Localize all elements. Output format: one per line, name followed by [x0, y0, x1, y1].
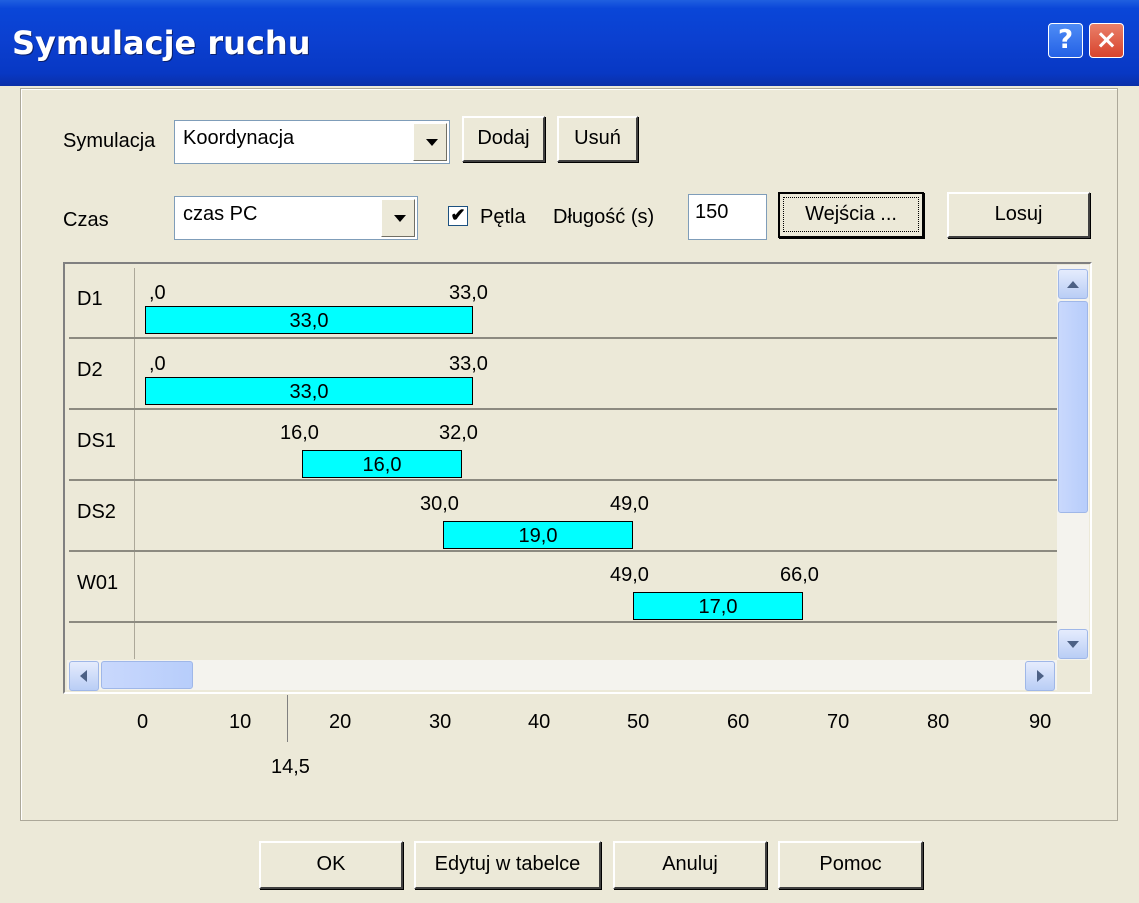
chevron-down-icon[interactable]: [381, 199, 415, 237]
time-combo[interactable]: czas PC: [174, 196, 418, 240]
chevron-down-icon[interactable]: [413, 123, 447, 161]
length-input[interactable]: 150: [688, 194, 767, 240]
axis-tick: 20: [329, 711, 352, 733]
row-start: 49,0: [610, 564, 649, 586]
axis-tick: 50: [627, 711, 650, 733]
ok-button[interactable]: OK: [259, 841, 403, 889]
vertical-scroll-thumb[interactable]: [1058, 301, 1088, 513]
axis-tick: 10: [229, 711, 252, 733]
add-button[interactable]: Dodaj: [462, 116, 545, 162]
gantt-row-ds1: DS1 16,0 32,0 16,0: [69, 410, 1058, 481]
scroll-right-icon[interactable]: [1025, 661, 1055, 691]
scroll-down-icon[interactable]: [1058, 629, 1088, 659]
gantt-row-d1: D1 ,0 33,0 33,0: [69, 268, 1058, 339]
cancel-button[interactable]: Anuluj: [613, 841, 767, 889]
row-start: 16,0: [280, 422, 319, 444]
close-button[interactable]: ×: [1089, 23, 1124, 58]
scroll-left-icon[interactable]: [69, 661, 99, 691]
gantt-bar[interactable]: 16,0: [302, 450, 462, 478]
gantt-bar[interactable]: 33,0: [145, 306, 473, 334]
axis-tick: 80: [927, 711, 950, 733]
loop-label: Pętla: [480, 206, 526, 228]
window-title: Symulacje ruchu: [12, 24, 311, 62]
inputs-button[interactable]: Wejścia ...: [778, 192, 924, 238]
row-name: DS2: [69, 481, 135, 550]
time-cursor-line[interactable]: [287, 695, 288, 742]
gantt-row-partial: [69, 623, 1058, 659]
axis-tick: 0: [137, 711, 149, 733]
axis-tick: 60: [727, 711, 750, 733]
horizontal-scrollbar[interactable]: [67, 660, 1057, 691]
row-name: D2: [69, 339, 135, 408]
help-button[interactable]: Pomoc: [778, 841, 923, 889]
gantt-bar[interactable]: 19,0: [443, 521, 633, 549]
time-label: Czas: [63, 209, 109, 231]
simulation-label: Symulacja: [63, 130, 156, 152]
time-cursor-label: 14,5: [271, 756, 310, 778]
row-end: 32,0: [439, 422, 478, 444]
row-name: D1: [69, 268, 135, 337]
row-start: 30,0: [420, 493, 459, 515]
gantt-chart: D1 ,0 33,0 33,0 D2 ,0 33,0 33,0 DS1 16,0…: [63, 262, 1092, 694]
loop-checkbox[interactable]: ✔: [448, 206, 468, 226]
random-button[interactable]: Losuj: [947, 192, 1090, 238]
row-name: DS1: [69, 410, 135, 479]
axis-tick: 70: [827, 711, 850, 733]
axis-tick: 90: [1029, 711, 1052, 733]
row-end: 33,0: [449, 282, 488, 304]
axis-tick: 30: [429, 711, 452, 733]
row-start: ,0: [149, 282, 166, 304]
length-label: Długość (s): [553, 206, 655, 228]
simulation-combo[interactable]: Koordynacja: [174, 120, 450, 164]
gantt-row-d2: D2 ,0 33,0 33,0: [69, 339, 1058, 410]
time-value: czas PC: [183, 203, 258, 225]
row-end: 33,0: [449, 353, 488, 375]
simulation-value: Koordynacja: [183, 127, 295, 149]
horizontal-scroll-thumb[interactable]: [101, 661, 193, 689]
remove-button[interactable]: Usuń: [557, 116, 638, 162]
gantt-bar[interactable]: 33,0: [145, 377, 473, 405]
axis-tick: 40: [528, 711, 551, 733]
row-start: ,0: [149, 353, 166, 375]
help-title-button[interactable]: ?: [1048, 23, 1083, 58]
row-name: W01: [69, 552, 135, 621]
row-name: [69, 623, 135, 659]
vertical-scrollbar[interactable]: [1057, 265, 1089, 660]
gantt-row-w01: W01 49,0 66,0 17,0: [69, 552, 1058, 623]
scroll-up-icon[interactable]: [1058, 269, 1088, 299]
gantt-bar[interactable]: 17,0: [633, 592, 803, 620]
gantt-row-ds2: DS2 30,0 49,0 19,0: [69, 481, 1058, 552]
row-end: 49,0: [610, 493, 649, 515]
row-end: 66,0: [780, 564, 819, 586]
title-bar: Symulacje ruchu ? ×: [0, 0, 1139, 86]
edit-in-table-button[interactable]: Edytuj w tabelce: [414, 841, 601, 889]
